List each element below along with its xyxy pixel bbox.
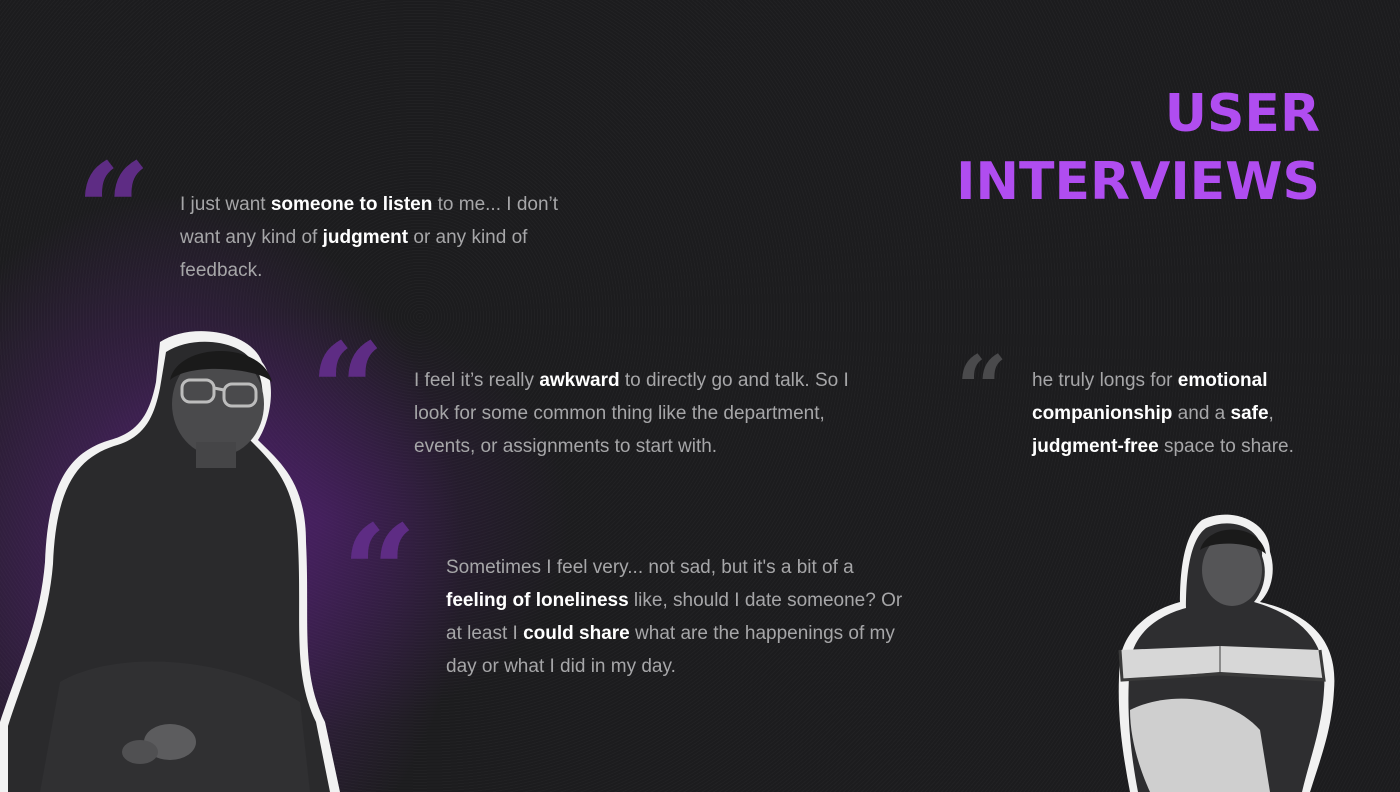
title-line-1: USER	[1164, 84, 1320, 144]
quote-text-2: I feel it’s really awkward to directly g…	[414, 364, 884, 463]
quote-mark-icon: “	[956, 336, 1008, 442]
page-title: USER INTERVIEWS	[956, 80, 1320, 216]
quote-highlight: awkward	[539, 370, 620, 391]
quote-highlight: judgment-free	[1032, 436, 1159, 457]
quote-segment: Sometimes I feel very... not sad, but it…	[446, 557, 854, 578]
quote-mark-icon: “	[76, 134, 151, 287]
quote-text-1: I just want someone to listen to me... I…	[180, 188, 560, 287]
quote-highlight: safe	[1230, 403, 1269, 424]
quote-segment: I feel it’s really	[414, 370, 540, 391]
quote-segment: he truly longs for	[1032, 370, 1178, 391]
quote-segment: and a	[1172, 403, 1231, 424]
quote-segment: I just want	[180, 194, 271, 215]
person-photo-right	[1118, 514, 1335, 792]
quote-text-4: he truly longs for emotional companionsh…	[1032, 364, 1312, 463]
quote-mark-icon: “	[342, 496, 417, 649]
quote-segment: space to share.	[1158, 436, 1294, 457]
person-photo-left	[0, 331, 340, 792]
quote-highlight: judgment	[322, 227, 409, 248]
quote-highlight: feeling of loneliness	[446, 590, 629, 611]
title-line-2: INTERVIEWS	[956, 152, 1320, 212]
quote-highlight: could share	[523, 623, 630, 644]
quote-segment: ,	[1268, 403, 1274, 424]
quote-highlight: someone to listen	[270, 194, 433, 215]
quote-text-3: Sometimes I feel very... not sad, but it…	[446, 551, 906, 683]
